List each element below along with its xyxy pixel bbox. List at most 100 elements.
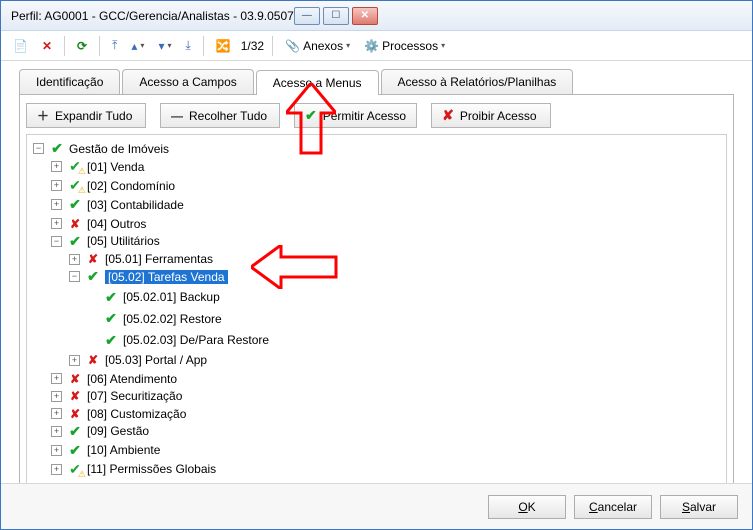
tab-relatorios[interactable]: Acesso à Relatórios/Planilhas	[381, 69, 574, 94]
tree-container[interactable]: − ✔ Gestão de Imóveis +✔[01] Venda +✔[02…	[26, 134, 727, 490]
expander-icon[interactable]: +	[69, 254, 80, 265]
panel-menus: ＋Expandir Tudo —Recolher Tudo ✔Permitir …	[19, 94, 734, 504]
check-green-icon: ✔	[86, 268, 100, 285]
tab-label: Identificação	[36, 75, 103, 89]
minimize-button[interactable]: —	[294, 7, 320, 25]
tree-label: [05.02.02] Restore	[123, 312, 222, 326]
button-label: Expandir Tudo	[55, 109, 132, 123]
tree-node[interactable]: +✘[07] Securitização	[51, 389, 182, 403]
expander-icon[interactable]: +	[51, 218, 62, 229]
annotation-arrow-up	[286, 83, 336, 163]
expander-icon[interactable]: +	[51, 408, 62, 419]
check-green-icon: ✔	[50, 140, 64, 157]
processes-label: Processos	[382, 39, 438, 53]
hierarchy-icon[interactable]: 🔀	[212, 37, 235, 55]
check-green-icon: ✔	[68, 423, 82, 440]
expander-icon[interactable]: −	[33, 143, 44, 154]
tab-identificacao[interactable]: Identificação	[19, 69, 120, 94]
prev-button[interactable]: ▴▾	[127, 37, 148, 55]
tree-node[interactable]: +✔[02] Condomínio	[51, 177, 175, 194]
next-button[interactable]: ▾▾	[154, 37, 175, 55]
maximize-button[interactable]: ☐	[323, 7, 349, 25]
separator	[64, 36, 65, 56]
button-label: K	[528, 500, 536, 514]
tree-label: [11] Permissões Globais	[87, 462, 216, 476]
tree-node-root[interactable]: − ✔ Gestão de Imóveis	[33, 140, 169, 157]
refresh-button[interactable]: ⟳	[73, 37, 91, 55]
window-controls: — ☐ ✕	[294, 7, 378, 25]
tree-node[interactable]: +✘[05.01] Ferramentas	[69, 252, 213, 266]
expand-all-button[interactable]: ＋Expandir Tudo	[26, 103, 146, 128]
separator	[272, 36, 273, 56]
button-label: ancelar	[598, 500, 637, 514]
tree-node[interactable]: +✔[03] Contabilidade	[51, 196, 184, 213]
tree-label: [05.02.03] De/Para Restore	[123, 333, 269, 347]
tab-label: Acesso a Campos	[139, 75, 236, 89]
separator	[203, 36, 204, 56]
minus-icon: —	[171, 109, 183, 123]
tree-node[interactable]: ✔ [05.02.03] De/Para Restore	[87, 332, 269, 349]
expander-icon[interactable]: +	[51, 373, 62, 384]
button-label: Recolher Tudo	[189, 109, 267, 123]
button-label: Proibir Acesso	[460, 109, 537, 123]
x-red-icon: ✘	[86, 252, 100, 266]
x-red-icon: ✘	[442, 107, 454, 124]
separator	[99, 36, 100, 56]
check-green-icon: ✔	[68, 196, 82, 213]
expander-icon[interactable]: +	[69, 355, 80, 366]
tree-label: Gestão de Imóveis	[69, 142, 169, 156]
tree-node[interactable]: +✘[08] Customização	[51, 407, 186, 421]
expander-icon[interactable]: −	[51, 236, 62, 247]
tree-node[interactable]: +✘[06] Atendimento	[51, 372, 177, 386]
x-red-icon: ✘	[86, 353, 100, 367]
tree-label: [09] Gestão	[87, 424, 149, 438]
deny-access-button[interactable]: ✘ Proibir Acesso	[431, 103, 551, 128]
delete-button[interactable]: ✕	[38, 37, 56, 55]
last-button[interactable]: ⤓	[181, 36, 194, 55]
tree-node[interactable]: + ✔ [11] Permissões Globais	[51, 461, 216, 478]
expander-icon[interactable]: +	[51, 180, 62, 191]
expander-icon[interactable]: +	[51, 445, 62, 456]
check-green-icon: ✔	[104, 289, 118, 306]
tree-node[interactable]: ✔[05.02.02] Restore	[87, 310, 222, 327]
tree-label: [08] Customização	[87, 407, 186, 421]
attachments-label: Anexos	[303, 39, 343, 53]
expander-icon[interactable]: +	[51, 199, 62, 210]
window-title: Perfil: AG0001 - GCC/Gerencia/Analistas …	[11, 9, 294, 23]
tab-campos[interactable]: Acesso a Campos	[122, 69, 253, 94]
tree-node-selected[interactable]: −✔[05.02] Tarefas Venda	[69, 268, 228, 285]
tree-node[interactable]: +✘[04] Outros	[51, 217, 146, 231]
check-warn-icon: ✔	[68, 177, 82, 194]
close-button[interactable]: ✕	[352, 7, 378, 25]
processes-menu[interactable]: ⚙️ Processos ▾	[360, 37, 449, 55]
expander-icon[interactable]: +	[51, 464, 62, 475]
ok-button[interactable]: OK	[488, 495, 566, 519]
menu-tree: − ✔ Gestão de Imóveis +✔[01] Venda +✔[02…	[29, 139, 724, 490]
tree-node[interactable]: + ✔ [09] Gestão	[51, 423, 149, 440]
save-button[interactable]: Salvar	[660, 495, 738, 519]
check-warn-icon: ✔	[68, 461, 82, 478]
tree-node[interactable]: −✔[05] Utilitários	[51, 233, 160, 250]
attachments-menu[interactable]: 📎 Anexos ▾	[281, 37, 354, 55]
tree-label: [07] Securitização	[87, 389, 182, 403]
first-button[interactable]: ⤒	[108, 36, 121, 55]
expander-icon[interactable]: +	[51, 426, 62, 437]
cancel-button[interactable]: Cancelar	[574, 495, 652, 519]
new-doc-button[interactable]: 📄	[9, 37, 32, 55]
tree-node[interactable]: +✘[05.03] Portal / App	[69, 353, 207, 367]
check-warn-icon: ✔	[68, 158, 82, 175]
check-green-icon: ✔	[104, 332, 118, 349]
footer: OK Cancelar Salvar	[1, 483, 752, 529]
collapse-all-button[interactable]: — Recolher Tudo	[160, 103, 280, 128]
x-red-icon: ✘	[68, 372, 82, 386]
expander-icon[interactable]: +	[51, 391, 62, 402]
tree-node[interactable]: +✔[01] Venda	[51, 158, 144, 175]
tabs: Identificação Acesso a Campos Acesso a M…	[19, 69, 752, 94]
toolbar: 📄 ✕ ⟳ ⤒ ▴▾ ▾▾ ⤓ 🔀 1/32 📎 Anexos ▾ ⚙️ Pro…	[1, 31, 752, 61]
check-green-icon: ✔	[68, 442, 82, 459]
expander-icon[interactable]: +	[51, 161, 62, 172]
button-label: alvar	[690, 500, 716, 514]
tree-node[interactable]: +✔[10] Ambiente	[51, 442, 160, 459]
expander-icon[interactable]: −	[69, 271, 80, 282]
tree-node[interactable]: ✔[05.02.01] Backup	[87, 289, 220, 306]
